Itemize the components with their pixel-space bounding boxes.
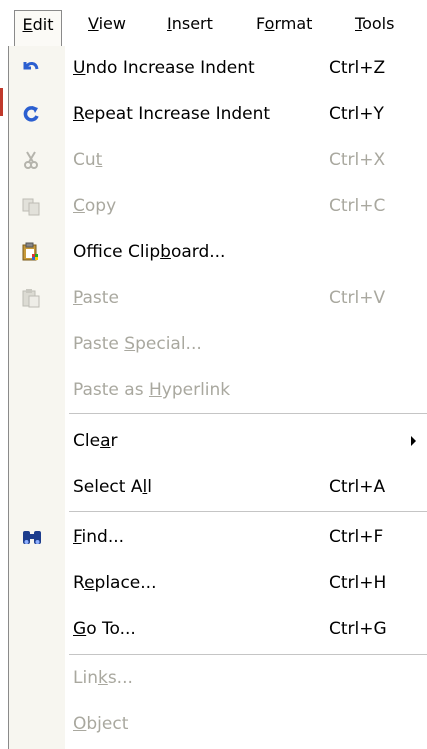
menu-item-paste-special-label: Paste Special...: [73, 334, 202, 354]
menu-item-clear-label: Clear: [73, 431, 118, 451]
menu-item-find-shortcut: Ctrl+F: [329, 527, 384, 547]
menu-item-undo-label: Undo Increase Indent: [73, 58, 255, 78]
menu-item-links-label: Links...: [73, 668, 133, 688]
menu-item-undo[interactable]: Undo Increase Indent Ctrl+Z: [9, 50, 427, 86]
menu-item-paste-hyperlink[interactable]: Paste as Hyperlink: [9, 372, 427, 408]
menu-separator: [69, 413, 427, 414]
menu-item-paste-special[interactable]: Paste Special...: [9, 326, 427, 362]
menu-item-goto[interactable]: Go To... Ctrl+G: [9, 611, 427, 647]
menu-tools[interactable]: Tools: [355, 10, 394, 38]
menu-item-clear[interactable]: Clear: [9, 423, 427, 459]
menu-bar: Edit View Insert Format Tools: [0, 0, 427, 47]
undo-icon: [21, 58, 41, 78]
menu-item-repeat-label: Repeat Increase Indent: [73, 104, 271, 124]
menu-item-select-all-shortcut: Ctrl+A: [329, 477, 386, 497]
menu-item-replace-label: Replace...: [73, 573, 157, 593]
menu-item-select-all[interactable]: Select All Ctrl+A: [9, 469, 427, 505]
menu-item-repeat[interactable]: Repeat Increase Indent Ctrl+Y: [9, 96, 427, 132]
menu-item-object[interactable]: Object: [9, 706, 427, 742]
menu-item-paste-hyperlink-label: Paste as Hyperlink: [73, 380, 231, 400]
menu-item-copy-shortcut: Ctrl+C: [329, 196, 386, 216]
menu-item-cut-shortcut: Ctrl+X: [329, 150, 386, 170]
menu-item-replace-shortcut: Ctrl+H: [329, 573, 387, 593]
menu-item-object-label: Object: [73, 714, 129, 734]
menu-item-copy-label: Copy: [73, 196, 117, 216]
menu-item-goto-label: Go To...: [73, 619, 136, 639]
menu-item-find-label: Find...: [73, 527, 125, 547]
menu-item-select-all-label: Select All: [73, 477, 152, 497]
menu-item-paste-label: Paste: [73, 288, 119, 308]
menu-item-office-clipboard-label: Office Clipboard...: [73, 242, 226, 262]
menu-item-repeat-shortcut: Ctrl+Y: [329, 104, 384, 124]
menu-format[interactable]: Format: [256, 10, 312, 38]
menu-item-links[interactable]: Links...: [9, 660, 427, 696]
menu-item-cut[interactable]: Cut Ctrl+X: [9, 142, 427, 178]
menu-edit[interactable]: Edit: [14, 10, 62, 47]
copy-icon: [21, 196, 41, 216]
edit-dropdown-menu: Undo Increase Indent Ctrl+Z Repeat Incre…: [8, 46, 427, 749]
menu-separator: [69, 654, 427, 655]
clipboard-icon: [21, 242, 41, 262]
menu-item-office-clipboard[interactable]: Office Clipboard...: [9, 234, 427, 270]
menu-item-find[interactable]: Find... Ctrl+F: [9, 519, 427, 555]
scissors-icon: [21, 150, 41, 170]
menu-insert[interactable]: Insert: [167, 10, 213, 38]
menu-item-undo-shortcut: Ctrl+Z: [329, 58, 386, 78]
menu-item-copy[interactable]: Copy Ctrl+C: [9, 188, 427, 224]
repeat-icon: [21, 104, 41, 124]
paste-icon: [21, 288, 41, 308]
menu-view[interactable]: View: [88, 10, 126, 38]
menu-item-cut-label: Cut: [73, 150, 103, 170]
menu-item-replace[interactable]: Replace... Ctrl+H: [9, 565, 427, 601]
menu-item-goto-shortcut: Ctrl+G: [329, 619, 387, 639]
window-edge-marker: [0, 88, 3, 116]
menu-item-paste[interactable]: Paste Ctrl+V: [9, 280, 427, 316]
submenu-arrow-icon: [411, 436, 416, 446]
binoculars-icon: [21, 527, 41, 547]
menu-item-paste-shortcut: Ctrl+V: [329, 288, 386, 308]
menu-separator: [69, 511, 427, 512]
